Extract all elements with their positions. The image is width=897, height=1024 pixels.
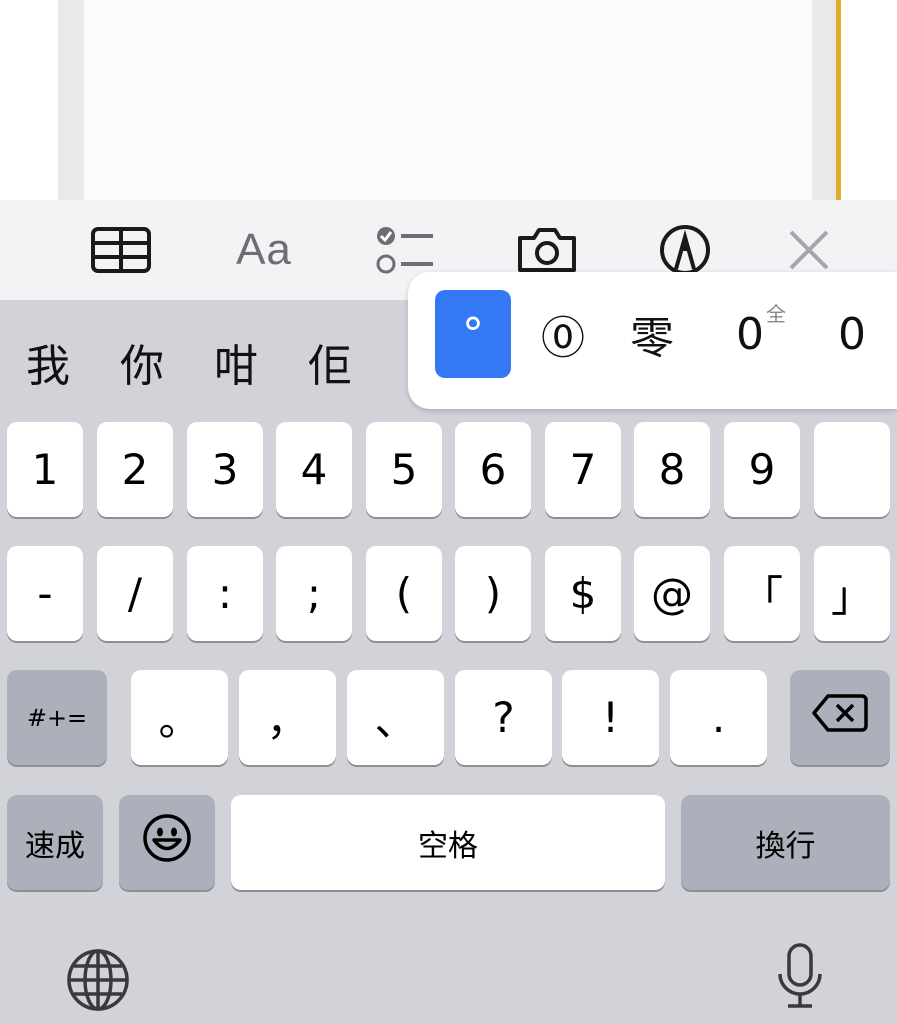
checklist-icon bbox=[375, 224, 435, 276]
key-comma[interactable]: ， bbox=[239, 670, 336, 765]
note-paper-image[interactable] bbox=[84, 0, 812, 200]
microphone-icon bbox=[776, 942, 824, 1014]
fullwidth-mark: 全 bbox=[766, 302, 786, 326]
key-at[interactable]: @ bbox=[634, 546, 710, 641]
pen-markup-icon bbox=[658, 223, 712, 277]
candidate-item[interactable]: 你 bbox=[120, 330, 164, 394]
key-open-bracket[interactable]: 「 bbox=[724, 546, 800, 641]
backspace-icon bbox=[812, 693, 868, 743]
key-enumeration-comma[interactable]: 、 bbox=[347, 670, 444, 765]
key-8[interactable]: 8 bbox=[634, 422, 710, 517]
key-6[interactable]: 6 bbox=[455, 422, 531, 517]
markup-button[interactable] bbox=[650, 220, 720, 280]
delete-key[interactable] bbox=[790, 670, 890, 765]
microphone-button[interactable] bbox=[770, 942, 830, 1014]
note-edge-accent bbox=[836, 0, 841, 200]
format-label: Aa bbox=[236, 225, 292, 274]
return-key[interactable]: 換行 bbox=[681, 795, 890, 890]
key-dollar[interactable]: $ bbox=[545, 546, 621, 641]
space-key[interactable]: 空格 bbox=[231, 795, 665, 890]
symbols-key[interactable]: #+= bbox=[7, 670, 107, 765]
key-close-paren[interactable]: ) bbox=[455, 546, 531, 641]
key-open-paren[interactable]: ( bbox=[366, 546, 442, 641]
globe-button[interactable] bbox=[64, 948, 132, 1016]
key-1[interactable]: 1 bbox=[7, 422, 83, 517]
quick-input-key[interactable]: 速成 bbox=[7, 795, 103, 890]
candidate-item[interactable]: 佢 bbox=[308, 330, 352, 394]
popup-item[interactable]: 零 bbox=[614, 290, 690, 378]
candidate-item[interactable]: 咁 bbox=[214, 330, 258, 394]
popup-item[interactable]: 0 bbox=[814, 290, 890, 378]
close-icon bbox=[787, 228, 831, 272]
emoji-icon bbox=[142, 813, 192, 873]
key-2[interactable]: 2 bbox=[97, 422, 173, 517]
table-button[interactable] bbox=[86, 220, 156, 280]
popup-item[interactable]: ⓪ bbox=[525, 290, 601, 378]
candidate-item[interactable]: 我 bbox=[26, 330, 70, 394]
candidate-popup: ° ⓪ 零 0 全 0 bbox=[408, 272, 897, 409]
key-full-stop[interactable]: 。 bbox=[131, 670, 228, 765]
note-area bbox=[0, 0, 897, 200]
emoji-key[interactable] bbox=[119, 795, 215, 890]
key-period[interactable]: . bbox=[670, 670, 767, 765]
key-hyphen[interactable]: - bbox=[7, 546, 83, 641]
key-4[interactable]: 4 bbox=[276, 422, 352, 517]
globe-icon bbox=[66, 948, 130, 1016]
key-7[interactable]: 7 bbox=[545, 422, 621, 517]
key-9[interactable]: 9 bbox=[724, 422, 800, 517]
key-question[interactable]: ? bbox=[455, 670, 552, 765]
key-close-bracket[interactable]: 」 bbox=[814, 546, 890, 641]
key-3[interactable]: 3 bbox=[187, 422, 263, 517]
key-exclamation[interactable]: ! bbox=[562, 670, 659, 765]
popup-item-selected[interactable]: ° bbox=[435, 290, 511, 378]
camera-button[interactable] bbox=[512, 220, 582, 280]
key-0[interactable] bbox=[814, 422, 890, 517]
close-toolbar-button[interactable] bbox=[774, 220, 844, 280]
table-icon bbox=[91, 227, 151, 273]
key-semicolon[interactable]: ; bbox=[276, 546, 352, 641]
camera-icon bbox=[516, 226, 578, 274]
key-colon[interactable]: : bbox=[187, 546, 263, 641]
key-slash[interactable]: / bbox=[97, 546, 173, 641]
format-button[interactable]: Aa bbox=[228, 220, 300, 280]
checklist-button[interactable] bbox=[370, 220, 440, 280]
key-5[interactable]: 5 bbox=[366, 422, 442, 517]
